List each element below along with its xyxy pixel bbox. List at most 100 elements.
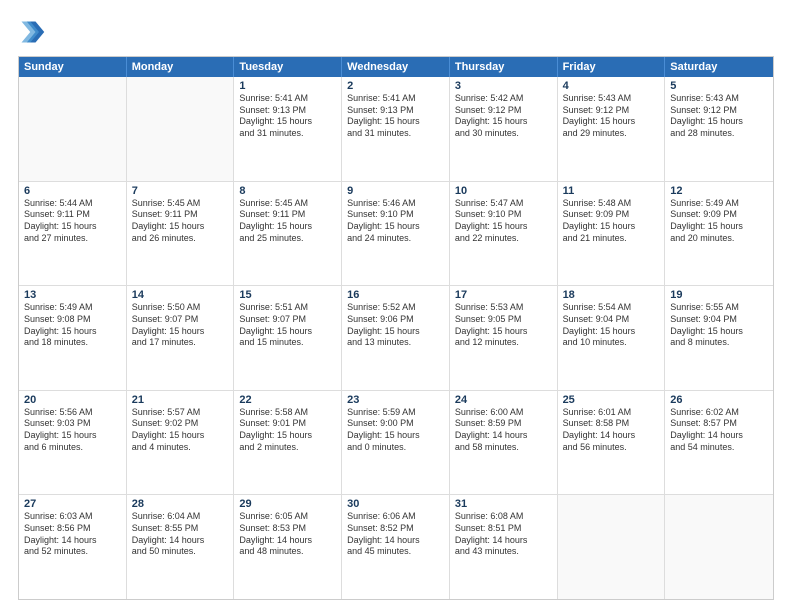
- cell-line: Sunset: 9:11 PM: [239, 209, 336, 221]
- day-number: 5: [670, 80, 768, 92]
- calendar-row: 27Sunrise: 6:03 AMSunset: 8:56 PMDayligh…: [19, 495, 773, 599]
- day-number: 19: [670, 289, 768, 301]
- cell-line: and 2 minutes.: [239, 442, 336, 454]
- calendar-cell: 21Sunrise: 5:57 AMSunset: 9:02 PMDayligh…: [127, 391, 235, 495]
- cell-line: Sunrise: 5:54 AM: [563, 302, 660, 314]
- cell-line: Sunrise: 5:59 AM: [347, 407, 444, 419]
- calendar-cell: 29Sunrise: 6:05 AMSunset: 8:53 PMDayligh…: [234, 495, 342, 599]
- calendar-cell: 20Sunrise: 5:56 AMSunset: 9:03 PMDayligh…: [19, 391, 127, 495]
- cell-line: and 0 minutes.: [347, 442, 444, 454]
- logo-icon: [18, 18, 46, 46]
- cell-line: Daylight: 15 hours: [563, 116, 660, 128]
- day-number: 10: [455, 185, 552, 197]
- cell-line: and 18 minutes.: [24, 337, 121, 349]
- cell-line: Sunrise: 6:06 AM: [347, 511, 444, 523]
- cell-line: Sunset: 8:55 PM: [132, 523, 229, 535]
- cell-line: Daylight: 15 hours: [239, 116, 336, 128]
- cell-line: Sunset: 9:02 PM: [132, 418, 229, 430]
- cell-line: Sunset: 9:04 PM: [563, 314, 660, 326]
- calendar-cell: 5Sunrise: 5:43 AMSunset: 9:12 PMDaylight…: [665, 77, 773, 181]
- cell-line: and 30 minutes.: [455, 128, 552, 140]
- cell-line: Sunrise: 5:55 AM: [670, 302, 768, 314]
- calendar-cell: 3Sunrise: 5:42 AMSunset: 9:12 PMDaylight…: [450, 77, 558, 181]
- cell-line: and 6 minutes.: [24, 442, 121, 454]
- cell-line: Sunset: 9:09 PM: [670, 209, 768, 221]
- weekday-header: Friday: [558, 57, 666, 77]
- cell-line: Sunrise: 6:05 AM: [239, 511, 336, 523]
- weekday-header: Tuesday: [234, 57, 342, 77]
- cell-line: and 28 minutes.: [670, 128, 768, 140]
- calendar-cell: 6Sunrise: 5:44 AMSunset: 9:11 PMDaylight…: [19, 182, 127, 286]
- cell-line: Sunrise: 5:53 AM: [455, 302, 552, 314]
- cell-line: Sunrise: 5:52 AM: [347, 302, 444, 314]
- calendar-cell: 28Sunrise: 6:04 AMSunset: 8:55 PMDayligh…: [127, 495, 235, 599]
- cell-line: Daylight: 15 hours: [24, 326, 121, 338]
- cell-line: Sunrise: 5:46 AM: [347, 198, 444, 210]
- day-number: 30: [347, 498, 444, 510]
- cell-line: and 12 minutes.: [455, 337, 552, 349]
- cell-line: and 50 minutes.: [132, 546, 229, 558]
- cell-line: and 58 minutes.: [455, 442, 552, 454]
- cell-line: and 45 minutes.: [347, 546, 444, 558]
- cell-line: Sunset: 9:06 PM: [347, 314, 444, 326]
- cell-line: Sunset: 9:09 PM: [563, 209, 660, 221]
- calendar-row: 20Sunrise: 5:56 AMSunset: 9:03 PMDayligh…: [19, 391, 773, 496]
- page: SundayMondayTuesdayWednesdayThursdayFrid…: [0, 0, 792, 612]
- header: [18, 18, 774, 46]
- cell-line: Sunset: 9:12 PM: [563, 105, 660, 117]
- day-number: 11: [563, 185, 660, 197]
- cell-line: Sunrise: 5:45 AM: [239, 198, 336, 210]
- cell-line: Sunset: 8:59 PM: [455, 418, 552, 430]
- calendar-cell: 17Sunrise: 5:53 AMSunset: 9:05 PMDayligh…: [450, 286, 558, 390]
- calendar-cell: 8Sunrise: 5:45 AMSunset: 9:11 PMDaylight…: [234, 182, 342, 286]
- cell-line: Sunrise: 5:49 AM: [670, 198, 768, 210]
- day-number: 6: [24, 185, 121, 197]
- logo: [18, 18, 50, 46]
- calendar-cell: 31Sunrise: 6:08 AMSunset: 8:51 PMDayligh…: [450, 495, 558, 599]
- cell-line: Daylight: 14 hours: [24, 535, 121, 547]
- calendar-cell: [127, 77, 235, 181]
- cell-line: Daylight: 14 hours: [455, 535, 552, 547]
- weekday-header: Monday: [127, 57, 235, 77]
- cell-line: Daylight: 15 hours: [132, 221, 229, 233]
- day-number: 2: [347, 80, 444, 92]
- cell-line: Daylight: 15 hours: [24, 221, 121, 233]
- calendar-cell: 27Sunrise: 6:03 AMSunset: 8:56 PMDayligh…: [19, 495, 127, 599]
- day-number: 26: [670, 394, 768, 406]
- cell-line: Sunset: 8:58 PM: [563, 418, 660, 430]
- cell-line: Daylight: 15 hours: [132, 326, 229, 338]
- day-number: 28: [132, 498, 229, 510]
- weekday-header: Saturday: [665, 57, 773, 77]
- cell-line: and 21 minutes.: [563, 233, 660, 245]
- cell-line: Daylight: 15 hours: [239, 326, 336, 338]
- day-number: 18: [563, 289, 660, 301]
- day-number: 1: [239, 80, 336, 92]
- cell-line: Sunrise: 6:02 AM: [670, 407, 768, 419]
- cell-line: Daylight: 14 hours: [455, 430, 552, 442]
- cell-line: Daylight: 15 hours: [670, 221, 768, 233]
- cell-line: and 13 minutes.: [347, 337, 444, 349]
- cell-line: Sunrise: 5:44 AM: [24, 198, 121, 210]
- cell-line: Sunrise: 6:01 AM: [563, 407, 660, 419]
- cell-line: Sunrise: 5:43 AM: [670, 93, 768, 105]
- calendar-cell: 18Sunrise: 5:54 AMSunset: 9:04 PMDayligh…: [558, 286, 666, 390]
- cell-line: and 15 minutes.: [239, 337, 336, 349]
- cell-line: and 27 minutes.: [24, 233, 121, 245]
- cell-line: Sunrise: 6:00 AM: [455, 407, 552, 419]
- cell-line: Sunrise: 5:48 AM: [563, 198, 660, 210]
- calendar-cell: 12Sunrise: 5:49 AMSunset: 9:09 PMDayligh…: [665, 182, 773, 286]
- day-number: 13: [24, 289, 121, 301]
- weekday-header: Wednesday: [342, 57, 450, 77]
- calendar-cell: 14Sunrise: 5:50 AMSunset: 9:07 PMDayligh…: [127, 286, 235, 390]
- calendar-cell: 2Sunrise: 5:41 AMSunset: 9:13 PMDaylight…: [342, 77, 450, 181]
- day-number: 22: [239, 394, 336, 406]
- cell-line: and 31 minutes.: [347, 128, 444, 140]
- calendar-cell: 26Sunrise: 6:02 AMSunset: 8:57 PMDayligh…: [665, 391, 773, 495]
- cell-line: Sunset: 9:11 PM: [24, 209, 121, 221]
- day-number: 8: [239, 185, 336, 197]
- calendar-cell: 1Sunrise: 5:41 AMSunset: 9:13 PMDaylight…: [234, 77, 342, 181]
- cell-line: and 10 minutes.: [563, 337, 660, 349]
- cell-line: Sunset: 9:04 PM: [670, 314, 768, 326]
- cell-line: and 17 minutes.: [132, 337, 229, 349]
- cell-line: Daylight: 15 hours: [563, 221, 660, 233]
